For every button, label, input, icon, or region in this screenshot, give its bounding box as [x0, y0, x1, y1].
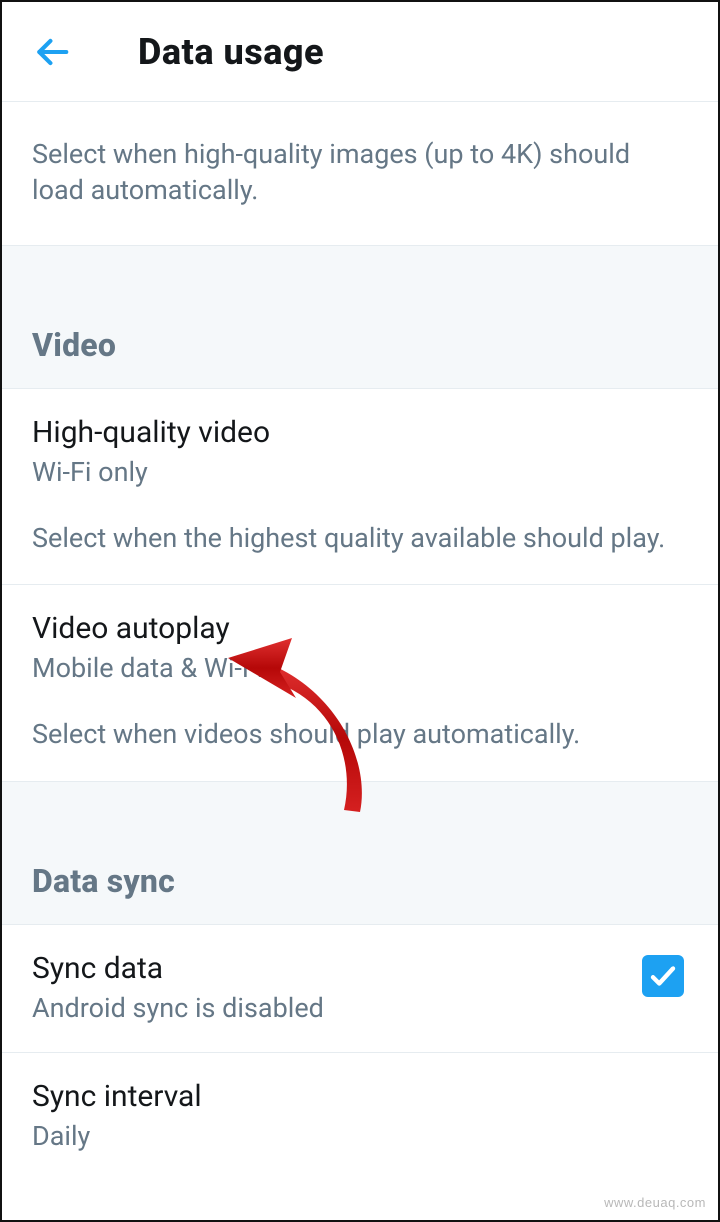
settings-screen: Data usage Select when high-quality imag…: [0, 0, 720, 1222]
section-title-video: Video: [32, 326, 688, 364]
setting-high-quality-video[interactable]: High-quality video Wi-Fi only Select whe…: [2, 389, 718, 585]
setting-title: Sync data: [32, 951, 642, 986]
setting-subtitle: Wi-Fi only: [32, 456, 688, 488]
setting-sync-data[interactable]: Sync data Android sync is disabled: [2, 925, 718, 1053]
setting-title: Video autoplay: [32, 611, 688, 646]
setting-video-autoplay[interactable]: Video autoplay Mobile data & Wi-Fi Selec…: [2, 585, 718, 781]
setting-sync-interval[interactable]: Sync interval Daily: [2, 1053, 718, 1180]
section-header-data-sync: Data sync: [2, 782, 718, 925]
setting-title: Sync interval: [32, 1079, 688, 1114]
section-title-data-sync: Data sync: [32, 862, 688, 900]
setting-description: Select when the highest quality availabl…: [32, 520, 688, 556]
section-header-video: Video: [2, 246, 718, 389]
sync-data-checkbox[interactable]: [642, 955, 684, 997]
page-title: Data usage: [138, 31, 324, 73]
setting-title: High-quality video: [32, 415, 688, 450]
setting-subtitle: Daily: [32, 1120, 688, 1152]
setting-subtitle: Mobile data & Wi-Fi: [32, 652, 688, 684]
back-arrow-icon[interactable]: [30, 30, 74, 74]
setting-subtitle: Android sync is disabled: [32, 992, 642, 1024]
header-bar: Data usage: [2, 2, 718, 102]
images-quality-description: Select when high-quality images (up to 4…: [2, 102, 718, 246]
setting-description: Select when videos should play automatic…: [32, 716, 688, 752]
watermark-text: www.deuaq.com: [604, 1195, 706, 1210]
description-text: Select when high-quality images (up to 4…: [32, 136, 688, 209]
